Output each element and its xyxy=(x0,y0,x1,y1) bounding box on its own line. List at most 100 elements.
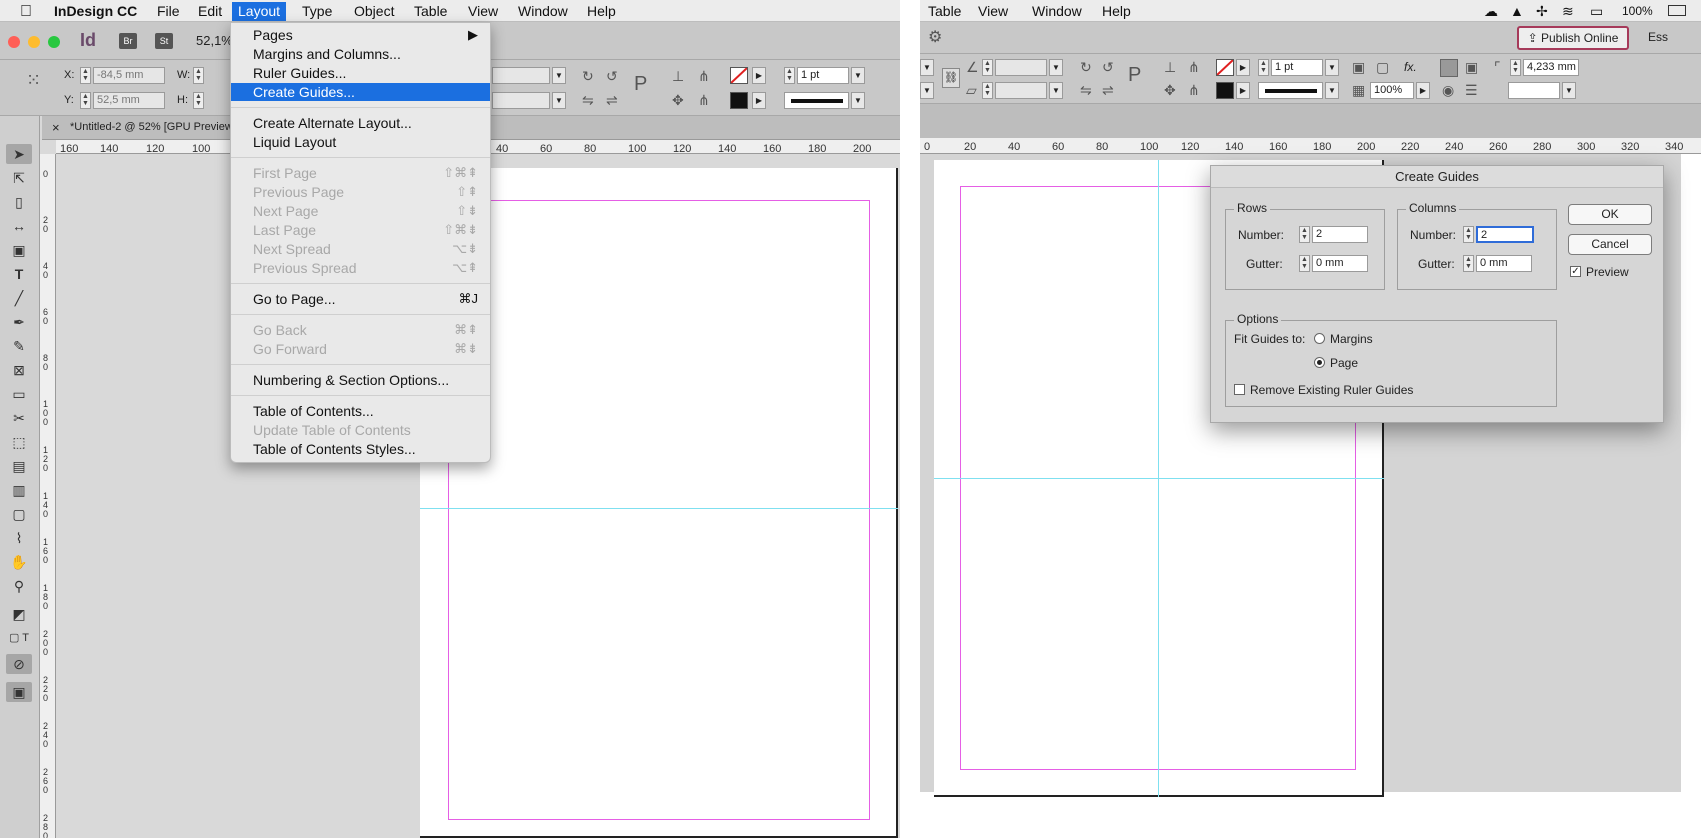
x-stepper[interactable]: ▲ ▼ xyxy=(80,67,91,84)
direct-selection-tool-icon[interactable]: ⇱ xyxy=(6,168,32,188)
menu-item-go-to-page[interactable]: Go to Page... ⌘J xyxy=(231,290,490,308)
content-collector-icon[interactable]: ▣ xyxy=(6,240,32,260)
select-content-icon[interactable]: ✥ xyxy=(1164,82,1176,98)
fill-dropdown[interactable]: ▶ xyxy=(1236,59,1250,76)
dropdown-a[interactable]: ▼ xyxy=(920,59,934,76)
page-radio-label[interactable]: Page xyxy=(1330,356,1358,370)
shear-icon[interactable]: ⇌ xyxy=(606,92,618,108)
center-content-icon[interactable]: ◉ xyxy=(1442,82,1454,98)
rotate-ccw-icon[interactable]: ↺ xyxy=(606,68,618,84)
menu-edit[interactable]: Edit xyxy=(192,2,228,21)
columns-number-field[interactable]: 2 xyxy=(1476,226,1534,243)
drop-shadow-icon[interactable]: ▢ xyxy=(1376,59,1389,75)
scale-y-field[interactable] xyxy=(492,92,550,109)
content-fit-icon[interactable]: ▣ xyxy=(1465,59,1478,75)
airplay-icon[interactable]: ▭ xyxy=(1584,2,1609,21)
shear-stepper[interactable]: ▲ ▼ xyxy=(982,82,993,99)
formatting-affects-icon[interactable]: ▢ T xyxy=(6,628,32,648)
select-next-icon[interactable]: ⋔ xyxy=(1188,59,1200,75)
zoom-window-button[interactable] xyxy=(48,36,60,48)
document-page[interactable] xyxy=(420,168,898,838)
rows-number-field[interactable]: 2 xyxy=(1312,226,1368,243)
stroke-swatch[interactable] xyxy=(1216,82,1234,99)
stroke-type-field[interactable] xyxy=(1258,82,1323,99)
selection-tool-icon[interactable]: ➤ xyxy=(6,144,32,164)
reference-p-icon[interactable]: P xyxy=(1128,65,1141,85)
reference-point-icon[interactable]: ⁙ xyxy=(26,71,41,89)
dropbox-icon[interactable]: ✢ xyxy=(1530,2,1554,21)
remove-guides-checkbox[interactable] xyxy=(1234,384,1245,395)
menu-item-table-of-contents[interactable]: Table of Contents... xyxy=(231,402,490,420)
fill-swatch[interactable] xyxy=(730,67,748,84)
select-container-icon[interactable]: ⊥ xyxy=(672,68,684,84)
rotation-field[interactable] xyxy=(995,59,1047,76)
y-field[interactable]: 52,5 mm xyxy=(93,92,165,109)
zoom-level[interactable]: 52,1% xyxy=(196,33,233,48)
opacity-field[interactable]: 100% xyxy=(1370,82,1414,99)
screen-mode-icon[interactable]: ▣ xyxy=(6,682,32,702)
effects-icon[interactable]: fx. xyxy=(1404,60,1417,74)
select-content-icon[interactable]: ✥ xyxy=(672,92,684,108)
fill-frame-icon[interactable]: ☰ xyxy=(1465,82,1478,98)
columns-gutter-field[interactable]: 0 mm xyxy=(1476,255,1532,272)
select-prev-icon[interactable]: ⋔ xyxy=(698,92,710,108)
stroke-dropdown[interactable]: ▶ xyxy=(752,92,766,109)
creative-cloud-icon[interactable]: ☁ xyxy=(1478,2,1504,21)
scissors-tool-icon[interactable]: ✂ xyxy=(6,408,32,428)
rectangle-frame-tool-icon[interactable]: ⊠ xyxy=(6,360,32,380)
margins-radio-label[interactable]: Margins xyxy=(1330,332,1373,346)
menu-item-numbering-section-options[interactable]: Numbering & Section Options... xyxy=(231,371,490,389)
gpu-performance-icon[interactable]: ⚙ xyxy=(928,30,942,46)
columns-number-stepper[interactable]: ▲ ▼ xyxy=(1463,226,1474,243)
close-window-button[interactable] xyxy=(8,36,20,48)
x-field[interactable]: -84,5 mm xyxy=(93,67,165,84)
menu-table[interactable]: Table xyxy=(922,2,967,21)
menu-help[interactable]: Help xyxy=(581,2,622,21)
pen-tool-icon[interactable]: ✒ xyxy=(6,312,32,332)
menu-layout[interactable]: Layout xyxy=(232,2,287,21)
note-tool-icon[interactable]: ▢ xyxy=(6,504,32,524)
text-wrap-icon[interactable]: ▣ xyxy=(1352,59,1365,75)
flip-icon[interactable]: ⇋ xyxy=(582,92,594,108)
scale-field[interactable] xyxy=(492,67,550,84)
adobe-icon[interactable]: ▲ xyxy=(1504,2,1530,21)
select-container-icon[interactable]: ⊥ xyxy=(1164,59,1176,75)
remove-guides-label[interactable]: Remove Existing Ruler Guides xyxy=(1250,383,1413,397)
menu-object[interactable]: Object xyxy=(348,2,400,21)
dropdown-b[interactable]: ▼ xyxy=(920,82,934,99)
h-stepper[interactable]: ▲ ▼ xyxy=(193,92,204,109)
fill-stroke-swatch-icon[interactable]: ◩ xyxy=(6,604,32,624)
battery-icon[interactable] xyxy=(1668,5,1686,16)
page-tool-icon[interactable]: ▯ xyxy=(6,192,32,212)
stroke-weight-dropdown[interactable]: ▼ xyxy=(1325,59,1339,76)
app-menu[interactable]: InDesign CC xyxy=(48,2,143,21)
corner-shape-field[interactable] xyxy=(1508,82,1560,99)
menu-view[interactable]: View xyxy=(462,2,504,21)
fill-dropdown[interactable]: ▶ xyxy=(752,67,766,84)
fill-swatch[interactable] xyxy=(1216,59,1234,76)
stroke-type-dropdown[interactable]: ▼ xyxy=(851,92,865,109)
scale-dropdown[interactable]: ▼ xyxy=(552,67,566,84)
columns-gutter-stepper[interactable]: ▲ ▼ xyxy=(1463,255,1474,272)
shear-field[interactable] xyxy=(995,82,1047,99)
ok-button[interactable]: OK xyxy=(1568,204,1652,225)
size-stepper[interactable]: ▲ ▼ xyxy=(1510,59,1521,76)
publish-online-button[interactable]: ⇪ Publish Online xyxy=(1517,26,1629,50)
preview-checkbox[interactable]: ✓ xyxy=(1570,266,1581,277)
apple-icon[interactable]:  xyxy=(14,2,38,21)
minimize-window-button[interactable] xyxy=(28,36,40,48)
rotation-dropdown[interactable]: ▼ xyxy=(1049,59,1063,76)
free-transform-tool-icon[interactable]: ⬚ xyxy=(6,432,32,452)
rotate-icon[interactable]: ↻ xyxy=(1080,59,1092,75)
menu-file[interactable]: File xyxy=(151,2,186,21)
ruler-guide-horizontal[interactable] xyxy=(420,508,898,509)
rows-gutter-stepper[interactable]: ▲ ▼ xyxy=(1299,255,1310,272)
document-tab-title[interactable]: *Untitled-2 @ 52% [GPU Preview] xyxy=(70,121,236,133)
rows-number-stepper[interactable]: ▲ ▼ xyxy=(1299,226,1310,243)
menu-item-create-alternate-layout[interactable]: Create Alternate Layout... xyxy=(231,114,490,132)
menu-item-ruler-guides[interactable]: Ruler Guides... xyxy=(231,64,490,82)
bridge-button[interactable]: Br xyxy=(119,33,137,49)
zoom-tool-icon[interactable]: ⚲ xyxy=(6,576,32,596)
ruler-guide-horizontal[interactable] xyxy=(934,478,1384,479)
page-radio[interactable] xyxy=(1314,357,1325,368)
